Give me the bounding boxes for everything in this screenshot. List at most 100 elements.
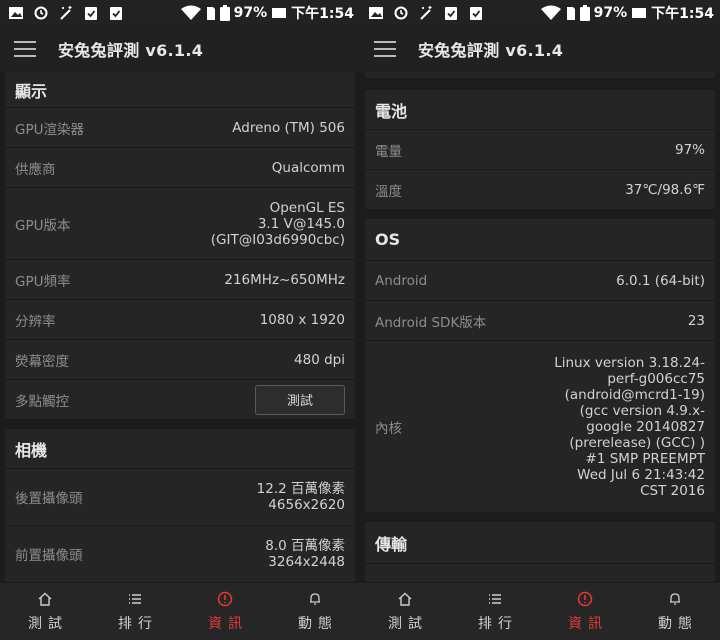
battery-icon <box>579 5 590 21</box>
row-label: Android <box>375 272 428 289</box>
content-scroll[interactable]: 電池 電量 97% 溫度 37℃/98.6℉ OS Android 6.0.1 … <box>360 72 720 583</box>
content-scroll[interactable]: 顯示 GPU渲染器 Adreno (TM) 506 供應商 Qualcomm G… <box>0 72 360 583</box>
clock: 下午1:54 <box>291 6 354 22</box>
status-bar: 97% 下午1:54 <box>360 0 720 26</box>
divider <box>360 513 720 522</box>
battery-card: 電池 電量 97% 溫度 37℃/98.6℉ <box>365 90 715 210</box>
info-row: 電量 97% <box>365 130 715 170</box>
app-bar: 安兔兔評測 v6.1.4 <box>0 26 360 72</box>
battery-icon <box>219 5 230 21</box>
nav-label: 資訊 <box>208 615 248 632</box>
nav-news[interactable]: 動態 <box>630 583 720 640</box>
nav-test[interactable]: 測試 <box>0 583 90 640</box>
section-header: 相機 <box>5 429 355 469</box>
row-value: Linux version 3.18.24- perf-g006cc75 (an… <box>554 354 705 499</box>
list-icon <box>129 593 141 604</box>
row-value: Qualcomm <box>271 159 345 176</box>
gallery-icon <box>369 7 383 19</box>
row-label: 後置攝像頭 <box>15 491 83 507</box>
info-row: 熒幕密度 480 dpi <box>5 340 355 380</box>
home-icon <box>398 592 412 606</box>
row-label: 電量 <box>375 143 402 160</box>
battery-percent: 97% <box>593 5 628 21</box>
clock: 下午1:54 <box>651 6 714 22</box>
app-bar: 安兔兔評測 v6.1.4 <box>360 26 720 72</box>
row-value: 480 dpi <box>294 351 345 368</box>
gallery-icon <box>9 7 23 19</box>
nav-label: 測試 <box>28 615 68 632</box>
row-value: Adreno (TM) 506 <box>232 119 345 136</box>
info-row: 供應商 Qualcomm <box>5 148 355 188</box>
nav-test[interactable]: 測試 <box>360 583 450 640</box>
info-row: 分辨率 1080 x 1920 <box>5 300 355 340</box>
row-label: 溫度 <box>375 183 402 200</box>
row-label: Android SDK版本 <box>375 314 487 331</box>
list-icon <box>489 593 501 604</box>
row-value: 23 <box>687 312 705 329</box>
menu-icon[interactable] <box>14 41 36 57</box>
app-title: 安兔兔評測 v6.1.4 <box>418 41 564 60</box>
clipboard-check-icon <box>85 7 97 20</box>
info-icon <box>217 591 233 606</box>
row-label: GPU版本 <box>15 217 71 234</box>
menu-icon[interactable] <box>374 41 396 57</box>
magic-wand-icon <box>420 6 432 20</box>
row-value: 6.0.1 (64-bit) <box>616 272 705 289</box>
sim-icon <box>206 6 215 20</box>
bottom-nav: 測試 排行 資訊 動態 <box>0 583 360 640</box>
nav-label: 排行 <box>478 615 518 632</box>
nav-news[interactable]: 動態 <box>270 583 360 640</box>
nav-ranking[interactable]: 排行 <box>450 583 540 640</box>
nav-label: 動態 <box>658 615 698 632</box>
info-icon <box>577 591 593 606</box>
info-row: Android SDK版本 23 <box>365 301 715 341</box>
display-card: 顯示 GPU渲染器 Adreno (TM) 506 供應商 Qualcomm G… <box>5 72 355 420</box>
row-value: 37℃/98.6℉ <box>625 181 705 198</box>
nav-label: 資訊 <box>568 615 608 632</box>
row-label: 供應商 <box>15 161 56 178</box>
info-row: GPU版本 OpenGL ES 3.1 V@145.0 (GIT@I03d699… <box>5 188 355 260</box>
row-value: 12.2 百萬像素 4656x2620 <box>256 481 345 513</box>
nav-info[interactable]: 資訊 <box>540 583 630 640</box>
nav-ranking[interactable]: 排行 <box>90 583 180 640</box>
status-bar: 97% 下午1:54 <box>0 0 360 26</box>
row-label: 熒幕密度 <box>15 353 69 370</box>
info-row: 前置攝像頭 8.0 百萬像素 3264x2448 <box>5 526 355 583</box>
transfer-card: 傳輸 <box>365 522 715 582</box>
sim-icon <box>566 6 575 20</box>
divider <box>0 420 360 429</box>
info-row: 溫度 37℃/98.6℉ <box>365 170 715 210</box>
info-row: 內核 Linux version 3.18.24- perf-g006cc75 … <box>365 341 715 513</box>
section-header: 電池 <box>365 90 715 130</box>
clipboard-check-icon <box>470 7 482 20</box>
clipboard-check-icon <box>445 7 457 20</box>
nav-label: 動態 <box>298 615 338 632</box>
section-header: OS <box>365 219 715 261</box>
section-header: 傳輸 <box>365 522 715 564</box>
row-value: 216MHz~650MHz <box>224 271 345 288</box>
battery-percent: 97% <box>233 5 268 21</box>
nav-info[interactable]: 資訊 <box>180 583 270 640</box>
bell-icon <box>310 592 320 605</box>
home-icon <box>38 592 52 606</box>
info-row: GPU渲染器 Adreno (TM) 506 <box>5 108 355 148</box>
row-label: 前置攝像頭 <box>15 548 83 564</box>
clipboard-check-icon <box>110 7 122 20</box>
bell-icon <box>670 592 680 605</box>
row-value: OpenGL ES 3.1 V@145.0 (GIT@I03d6990cbc) <box>210 199 345 248</box>
row-label: GPU頻率 <box>15 273 71 290</box>
right-screen: 97% 下午1:54 安兔兔評測 v6.1.4 電池 電量 97% 溫度 37℃… <box>360 0 720 640</box>
info-row: GPU頻率 216MHz~650MHz <box>5 260 355 300</box>
sync-icon <box>34 6 48 20</box>
row-label: 分辨率 <box>15 313 56 330</box>
row-label: GPU渲染器 <box>15 121 84 138</box>
info-row: 後置攝像頭 12.2 百萬像素 4656x2620 <box>5 469 355 526</box>
bottom-nav: 測試 排行 資訊 動態 <box>360 583 720 640</box>
section-header: 顯示 <box>5 72 355 108</box>
info-row: Android 6.0.1 (64-bit) <box>365 261 715 301</box>
nav-label: 測試 <box>388 615 428 632</box>
screen-icon <box>272 8 287 18</box>
multitouch-test-button[interactable]: 測試 <box>255 384 345 415</box>
left-screen: 97% 下午1:54 安兔兔評測 v6.1.4 顯示 GPU渲染器 Adreno… <box>0 0 360 640</box>
magic-wand-icon <box>60 6 72 20</box>
